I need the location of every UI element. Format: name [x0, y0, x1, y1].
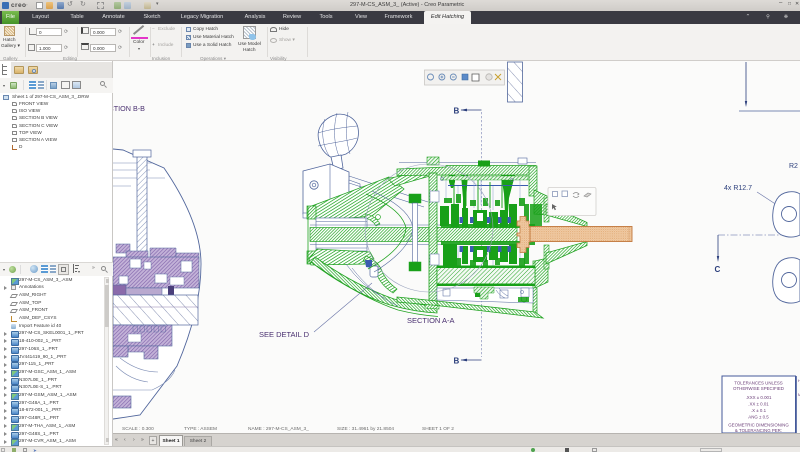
svg-text:SCALE : 0.300: SCALE : 0.300	[122, 426, 154, 432]
svg-text:SECTION A-A: SECTION A-A	[407, 316, 455, 325]
svg-text:SECTION B-B: SECTION B-B	[113, 104, 145, 113]
svg-text:TOLERANCES UNLESS: TOLERANCES UNLESS	[734, 381, 783, 386]
svg-text:.X ± 0.1: .X ± 0.1	[751, 408, 767, 413]
svg-text:NAME : 297-M-CS_ASM_3_: NAME : 297-M-CS_ASM_3_	[248, 426, 309, 432]
svg-text:B: B	[454, 107, 460, 116]
svg-text:C: C	[715, 265, 721, 274]
svg-text:4x R12.7: 4x R12.7	[724, 185, 752, 192]
svg-text:SIZE : 31.4961 by 21.8504: SIZE : 31.4961 by 21.8504	[337, 426, 394, 432]
svg-text:R2: R2	[789, 163, 798, 170]
svg-text:OTHERWISE SPECIFIED: OTHERWISE SPECIFIED	[733, 386, 784, 391]
svg-text:GEOMETRIC DIMENSIONING: GEOMETRIC DIMENSIONING	[728, 423, 789, 428]
svg-text:ANG ± 0.5: ANG ± 0.5	[748, 415, 769, 420]
svg-text:.XX ± 0.01: .XX ± 0.01	[748, 402, 769, 407]
svg-text:SEE DETAIL D: SEE DETAIL D	[259, 330, 310, 339]
svg-text:SHEET 1 OF 2: SHEET 1 OF 2	[422, 426, 454, 432]
svg-text:TYPE : ASSEM: TYPE : ASSEM	[184, 426, 217, 432]
svg-text:.XXX ± 0.001: .XXX ± 0.001	[746, 395, 772, 400]
svg-text:B: B	[454, 357, 460, 366]
